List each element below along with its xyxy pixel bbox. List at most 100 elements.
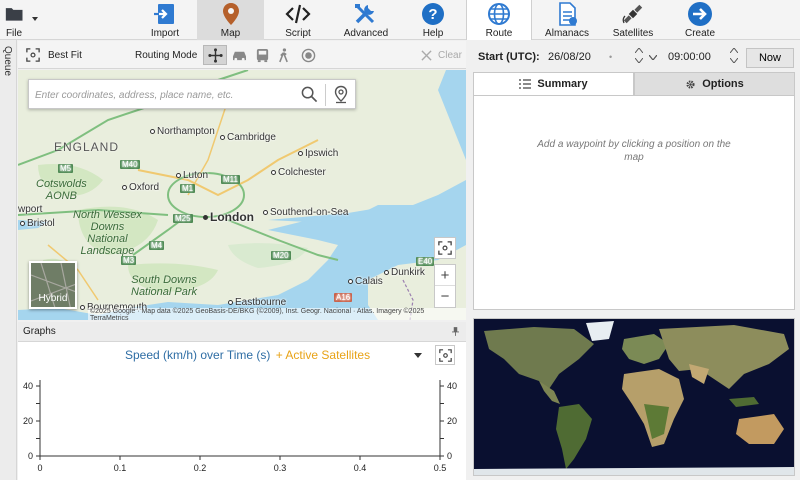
zoom-control: + − bbox=[434, 264, 456, 308]
place-colchester-label: Colchester bbox=[278, 167, 326, 178]
x-tick-label: 0.4 bbox=[354, 463, 367, 473]
place-colchester: Colchester bbox=[271, 167, 326, 178]
place-bristol-label: Bristol bbox=[27, 218, 55, 229]
road-m3: M3 bbox=[121, 255, 137, 266]
y-tick-label-left: 40 bbox=[23, 381, 33, 391]
country-label: ENGLAND bbox=[54, 140, 120, 154]
list-icon bbox=[519, 79, 532, 89]
walk-icon bbox=[279, 47, 288, 62]
time-spinner[interactable] bbox=[730, 48, 738, 63]
start-time-input[interactable]: 09:00:00 bbox=[668, 51, 711, 63]
start-utc-label: Start (UTC): bbox=[478, 51, 540, 63]
search-icon[interactable] bbox=[301, 86, 318, 103]
clear-button[interactable]: Clear bbox=[421, 45, 462, 65]
hybrid-layer-toggle[interactable]: Hybrid bbox=[29, 261, 77, 309]
date-dropdown-chevron-icon[interactable] bbox=[649, 55, 657, 60]
place-northampton: Northampton bbox=[150, 126, 215, 137]
map-button[interactable]: Map bbox=[197, 0, 264, 40]
script-button[interactable]: Script bbox=[266, 0, 330, 40]
spin-up-icon bbox=[730, 48, 738, 53]
map-view[interactable]: ENGLAND Northampton Cambridge Ipswich Lu… bbox=[18, 70, 466, 320]
advanced-button[interactable]: Advanced bbox=[333, 0, 399, 40]
city-dot-icon bbox=[176, 172, 181, 178]
pin-panel-icon[interactable] bbox=[452, 327, 459, 336]
spin-up-icon bbox=[635, 48, 643, 53]
map-pin-icon bbox=[222, 3, 239, 25]
map-search-box bbox=[28, 79, 356, 109]
y-tick-label-right: 20 bbox=[447, 416, 457, 426]
road-a16: A16 bbox=[334, 292, 353, 303]
routing-mode-label: Routing Mode bbox=[135, 45, 197, 65]
date-picker-dot-icon: • bbox=[609, 52, 613, 62]
tab-summary[interactable]: Summary bbox=[473, 72, 634, 96]
routing-mode-car-button[interactable] bbox=[231, 45, 248, 65]
satellites-button[interactable]: Satellites bbox=[601, 0, 665, 40]
map-search-input[interactable] bbox=[35, 85, 285, 105]
place-ipswich: Ipswich bbox=[298, 148, 338, 159]
region-north-wessex: North Wessex Downs National Landscape bbox=[73, 209, 142, 257]
queue-label: Queue bbox=[2, 46, 13, 77]
map-best-fit-button[interactable] bbox=[434, 237, 456, 259]
y-tick-label-left: 0 bbox=[28, 451, 33, 461]
tab-summary-label: Summary bbox=[537, 78, 588, 90]
road-m5: M5 bbox=[58, 163, 74, 174]
road-a16-shield: A16 bbox=[334, 293, 353, 302]
almanacs-label: Almanacs bbox=[545, 28, 589, 39]
record-icon bbox=[301, 48, 316, 62]
region-south-downs: South Downs National Park bbox=[131, 274, 198, 298]
city-dot-icon bbox=[298, 150, 303, 156]
import-button[interactable]: Import bbox=[133, 0, 197, 40]
graph-area: Speed (km/h) over Time (s) + Active Sate… bbox=[18, 342, 466, 480]
road-m25-shield: M25 bbox=[173, 214, 193, 223]
route-tabs: Summary Options bbox=[473, 72, 795, 96]
routing-mode-walk-button[interactable] bbox=[278, 45, 289, 65]
right-ribbon: Route Almanacs Satellites Create bbox=[466, 0, 800, 40]
place-dunkirk-label: Dunkirk bbox=[391, 267, 425, 278]
x-tick-label: 0 bbox=[37, 463, 42, 473]
road-m25: M25 bbox=[173, 213, 193, 224]
queue-side-tab[interactable]: Queue bbox=[0, 40, 17, 480]
almanacs-button[interactable]: Almanacs bbox=[536, 0, 598, 40]
routing-mode-direct-button[interactable] bbox=[203, 45, 227, 65]
start-date-input[interactable]: 26/08/20 bbox=[548, 51, 591, 63]
city-dot-icon bbox=[203, 215, 208, 221]
file-label: File bbox=[5, 28, 23, 39]
place-calais: Calais bbox=[348, 276, 383, 287]
y-tick-label-right: 0 bbox=[447, 451, 452, 461]
place-oxford-label: Oxford bbox=[129, 182, 160, 193]
routing-mode-bus-button[interactable] bbox=[255, 45, 270, 65]
graphs-header-label: Graphs bbox=[23, 326, 56, 337]
place-northampton-label: Northampton bbox=[157, 126, 215, 137]
spin-down-icon bbox=[730, 58, 738, 63]
routing-mode-record-button[interactable] bbox=[301, 45, 316, 65]
y-tick-label-left: 20 bbox=[23, 416, 33, 426]
create-button[interactable]: Create bbox=[668, 0, 732, 40]
road-e40-shield: E40 bbox=[416, 257, 435, 266]
waypoint-path-icon bbox=[207, 47, 223, 63]
advanced-label: Advanced bbox=[343, 28, 389, 39]
now-button[interactable]: Now bbox=[746, 48, 794, 68]
zoom-in-button[interactable]: + bbox=[435, 265, 455, 286]
best-fit-button[interactable]: Best Fit bbox=[26, 45, 82, 65]
map-label: Map bbox=[220, 28, 241, 39]
tab-options[interactable]: Options bbox=[634, 72, 795, 96]
bus-icon bbox=[256, 48, 269, 62]
help-button[interactable]: ? Help bbox=[401, 0, 465, 40]
waypoint-hint-text: Add a waypoint by clicking a position on… bbox=[537, 139, 731, 163]
location-pin-icon[interactable] bbox=[333, 85, 349, 104]
chevron-down-icon bbox=[32, 17, 38, 21]
close-icon bbox=[421, 49, 432, 61]
place-luton: Luton bbox=[176, 170, 208, 181]
world-map-view[interactable] bbox=[473, 318, 795, 476]
script-label: Script bbox=[285, 28, 311, 39]
zoom-out-button[interactable]: − bbox=[435, 286, 455, 307]
route-tab-button[interactable]: Route bbox=[466, 0, 532, 40]
file-menu-button[interactable]: File bbox=[0, 0, 40, 40]
road-m11: M11 bbox=[221, 174, 240, 185]
date-spinner[interactable] bbox=[635, 48, 643, 63]
svg-text:?: ? bbox=[428, 6, 437, 23]
road-m1: M1 bbox=[180, 183, 196, 194]
map-toolbar: Best Fit Routing Mode Clear bbox=[18, 41, 466, 69]
place-cambridge: Cambridge bbox=[220, 132, 276, 143]
app-window: File Import Map Script Advanced ? Help R… bbox=[0, 0, 800, 480]
